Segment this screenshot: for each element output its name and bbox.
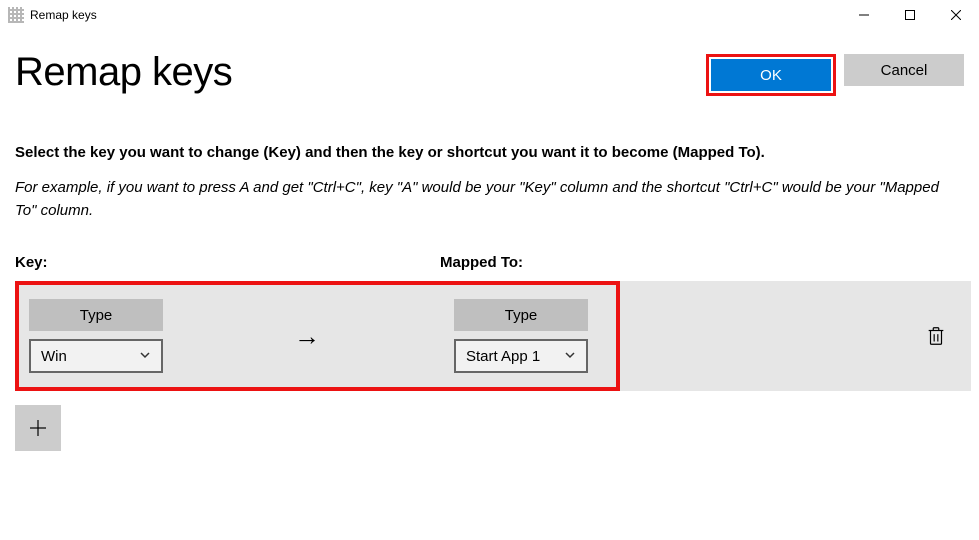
add-row-button[interactable] <box>15 405 61 451</box>
window-controls <box>841 0 979 30</box>
app-icon <box>8 7 24 23</box>
ok-button[interactable]: OK <box>711 59 831 91</box>
instruction-text: Select the key you want to change (Key) … <box>15 144 964 161</box>
minimize-button[interactable] <box>841 0 887 30</box>
maximize-button[interactable] <box>887 0 933 30</box>
mapped-select-value: Start App 1 <box>466 348 564 365</box>
arrow-right-icon: → <box>294 323 320 349</box>
chevron-down-icon <box>139 348 151 365</box>
column-header-mapped: Mapped To: <box>440 254 523 271</box>
key-select[interactable]: Win <box>29 339 163 373</box>
key-select-value: Win <box>41 348 139 365</box>
mapped-type-button[interactable]: Type <box>454 299 588 331</box>
column-header-key: Key: <box>15 254 440 271</box>
mapped-select[interactable]: Start App 1 <box>454 339 588 373</box>
example-text: For example, if you want to press A and … <box>15 177 955 222</box>
remap-row: Type Win → Type Start App 1 <box>15 281 971 391</box>
ok-highlight: OK <box>706 54 836 96</box>
key-type-button[interactable]: Type <box>29 299 163 331</box>
cancel-button[interactable]: Cancel <box>844 54 964 86</box>
page-title: Remap keys <box>15 50 232 95</box>
chevron-down-icon <box>564 348 576 365</box>
titlebar: Remap keys <box>0 0 979 30</box>
plus-icon <box>28 418 48 438</box>
close-button[interactable] <box>933 0 979 30</box>
delete-row-button[interactable] <box>925 325 947 347</box>
window-title: Remap keys <box>30 8 97 22</box>
